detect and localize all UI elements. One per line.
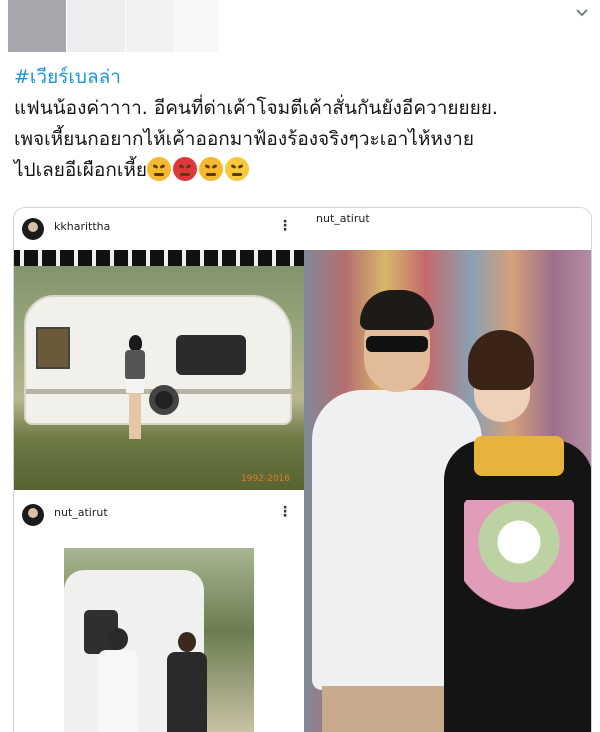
chevron-down-icon[interactable] — [574, 4, 590, 20]
caravan-men-photo — [64, 548, 254, 732]
attached-image-card[interactable]: kkharittha ⋮ 1992-2016 nut_atirut ⋮ nut_… — [13, 207, 592, 732]
thumbnail-2[interactable] — [67, 0, 125, 52]
caravan-wheel — [149, 385, 179, 415]
angry-face-icon — [199, 157, 223, 181]
instagram-username: kkharittha — [54, 220, 111, 233]
more-options-icon: ⋮ — [278, 504, 292, 520]
post-text: แฟนน้องค่าาาา. อีคนที่ด่าเค้าโจมตีเค้าสั… — [14, 93, 594, 186]
graduation-couple-photo — [304, 250, 591, 732]
instagram-username: nut_atirut — [54, 506, 108, 519]
thumbnail-3[interactable] — [126, 0, 174, 52]
post-text-line-3: ไปเลยอีเผือกเหี้ย — [14, 155, 594, 186]
avatar — [22, 218, 44, 240]
thumbnail-4[interactable] — [175, 0, 219, 52]
flower-bouquet — [464, 500, 574, 620]
man-figure — [94, 628, 142, 732]
film-strip-border — [14, 250, 304, 266]
instagram-username: nut_atirut — [316, 212, 370, 225]
hashtag-link[interactable]: #เวียร์เบลล่า — [14, 62, 121, 92]
collage-left-column: kkharittha ⋮ 1992-2016 nut_atirut ⋮ — [14, 208, 304, 732]
woman-figure — [122, 335, 148, 445]
post-text-line-2: เพจเหี้ยนกอยากไห้เค้าออกมาฟ้องร้องจริงๆว… — [14, 128, 474, 150]
rolling-eyes-face-icon — [225, 157, 249, 181]
instagram-post-header: kkharittha ⋮ — [14, 208, 304, 248]
thumbnail-1[interactable] — [8, 0, 66, 52]
post-text-line-3-text: ไปเลยอีเผือกเหี้ย — [14, 159, 147, 181]
caravan-photo: 1992-2016 — [14, 250, 304, 490]
avatar — [22, 504, 44, 526]
pouting-face-icon — [173, 157, 197, 181]
angry-face-icon — [147, 157, 171, 181]
collage-right-column: nut_atirut — [304, 208, 591, 732]
instagram-post-header: nut_atirut — [304, 208, 591, 250]
instagram-post-header: nut_atirut ⋮ — [14, 494, 304, 534]
more-options-icon: ⋮ — [278, 218, 292, 234]
post-text-line-1: แฟนน้องค่าาาา. อีคนที่ด่าเค้าโจมตีเค้าสั… — [14, 97, 498, 119]
photo-year-stamp: 1992-2016 — [240, 474, 290, 484]
man-figure — [162, 632, 212, 732]
media-thumbnail-strip — [0, 0, 600, 56]
